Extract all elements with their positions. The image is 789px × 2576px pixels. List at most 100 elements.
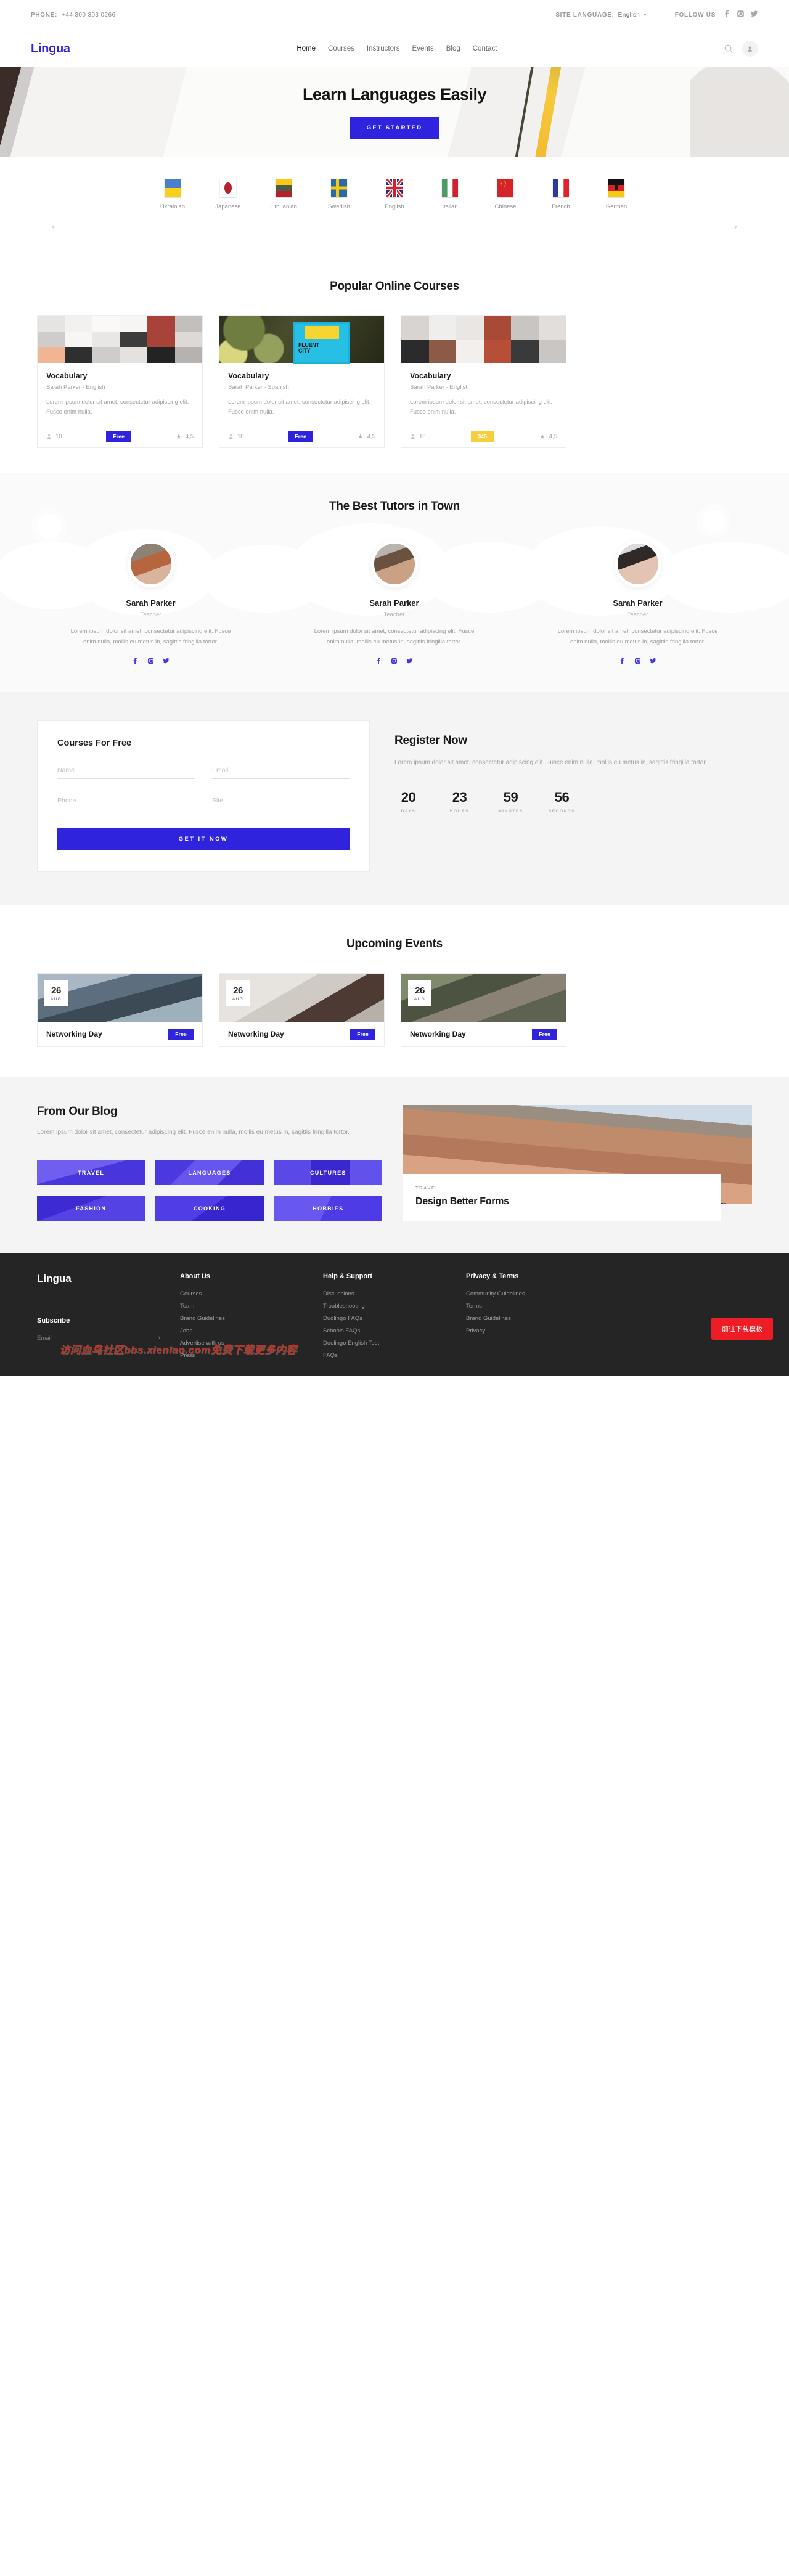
facebook-icon[interactable] bbox=[619, 656, 626, 667]
flag-japan-icon bbox=[220, 179, 236, 197]
footer-link[interactable]: Community Guidelines bbox=[466, 1290, 609, 1297]
nav-item-instructors[interactable]: Instructors bbox=[367, 45, 400, 52]
language-label: Italian bbox=[442, 203, 458, 210]
nav-item-courses[interactable]: Courses bbox=[328, 45, 354, 52]
facebook-icon[interactable] bbox=[132, 656, 139, 667]
blog-category-cultures[interactable]: CULTURES bbox=[274, 1160, 382, 1186]
event-price-badge[interactable]: Free bbox=[168, 1028, 194, 1040]
email-input[interactable] bbox=[212, 764, 350, 779]
watermark-text: 访问血鸟社区bbs.xienIao.com免费下载更多内容 bbox=[59, 1344, 297, 1356]
site-language-label: SITE LANGUAGE: bbox=[555, 11, 615, 18]
footer-link[interactable]: Terms bbox=[466, 1303, 609, 1310]
language-item-lithuanian[interactable]: Lithuanian bbox=[256, 179, 311, 210]
instagram-icon[interactable] bbox=[634, 656, 641, 667]
name-input[interactable] bbox=[57, 764, 195, 779]
email-field-wrapper bbox=[212, 764, 350, 779]
featured-post[interactable]: TRAVEL Design Better Forms bbox=[403, 1104, 752, 1221]
blog-category-languages[interactable]: LANGUAGES bbox=[155, 1160, 264, 1186]
event-date-badge: 26 AUG bbox=[226, 980, 250, 1006]
event-card[interactable]: 26 AUG Networking Day Free bbox=[37, 972, 203, 1047]
tutor-card[interactable]: Sarah Parker Teacher Lorem ipsum dolor s… bbox=[280, 540, 508, 667]
subscribe-email-input[interactable] bbox=[37, 1334, 158, 1342]
twitter-icon[interactable] bbox=[750, 10, 758, 20]
search-icon[interactable] bbox=[724, 44, 734, 54]
countdown-minutes: 59 MINUTES bbox=[497, 789, 525, 813]
tutor-card[interactable]: Sarah Parker Teacher Lorem ipsum dolor s… bbox=[37, 540, 264, 667]
footer-logo[interactable]: Lingua bbox=[37, 1273, 180, 1285]
footer-link[interactable]: Discussions bbox=[323, 1290, 466, 1297]
footer-link[interactable]: Privacy bbox=[466, 1327, 609, 1334]
language-item-swedish[interactable]: Swedish bbox=[311, 179, 367, 210]
phone-info: PHONE: +44 300 303 0266 bbox=[31, 12, 115, 18]
course-card[interactable]: Vocabulary Sarah Parker · English Lorem … bbox=[401, 315, 566, 449]
footer-link[interactable]: FAQs bbox=[323, 1352, 466, 1359]
footer-link[interactable]: Brand Guidelines bbox=[180, 1315, 323, 1322]
free-courses-form: Courses For Free GET IT NOW bbox=[37, 720, 370, 872]
footer-link[interactable]: Duolingo FAQs bbox=[323, 1315, 466, 1322]
tutor-name: Sarah Parker bbox=[613, 598, 663, 608]
course-description: Lorem ipsum dolor sit amet, consectetur … bbox=[46, 399, 189, 415]
get-started-button[interactable]: GET STARTED bbox=[350, 117, 439, 139]
tutor-card[interactable]: Sarah Parker Teacher Lorem ipsum dolor s… bbox=[524, 540, 751, 667]
footer-link[interactable]: Jobs bbox=[180, 1327, 323, 1334]
nav-item-home[interactable]: Home bbox=[296, 45, 316, 52]
language-item-ukrainian[interactable]: Ukrainian bbox=[145, 179, 200, 210]
event-month: AUG bbox=[232, 997, 244, 1001]
blog-category-hobbies[interactable]: HOBBIES bbox=[274, 1196, 382, 1221]
site-logo[interactable]: Lingua bbox=[31, 42, 70, 56]
download-template-button[interactable]: 前往下载模板 bbox=[711, 1318, 773, 1340]
instagram-icon[interactable] bbox=[391, 656, 398, 667]
site-language-selector[interactable]: SITE LANGUAGE: English ▾ bbox=[555, 12, 646, 18]
footer-link[interactable]: Duolingo English Test bbox=[323, 1340, 466, 1347]
featured-post-category: TRAVEL bbox=[415, 1185, 439, 1191]
instagram-icon[interactable] bbox=[737, 10, 745, 20]
course-price-badge[interactable]: Free bbox=[288, 431, 314, 442]
language-item-english[interactable]: English bbox=[367, 179, 422, 210]
nav-item-contact[interactable]: Contact bbox=[473, 45, 497, 52]
twitter-icon[interactable] bbox=[163, 656, 170, 667]
event-card[interactable]: 26 AUG Networking Day Free bbox=[401, 972, 566, 1047]
subscribe-title: Subscribe bbox=[37, 1317, 70, 1325]
footer-link[interactable]: Team bbox=[180, 1303, 323, 1310]
blog-category-travel[interactable]: TRAVEL bbox=[37, 1160, 145, 1186]
blog-category-cooking[interactable]: COOKING bbox=[155, 1196, 264, 1221]
countdown-label: MINUTES bbox=[498, 809, 523, 814]
countdown-value: 59 bbox=[503, 789, 518, 805]
carousel-prev-icon[interactable]: ‹ bbox=[52, 221, 55, 232]
footer-link[interactable]: Courses bbox=[180, 1290, 323, 1297]
event-price-badge[interactable]: Free bbox=[532, 1028, 557, 1040]
twitter-icon[interactable] bbox=[406, 656, 413, 667]
language-item-german[interactable]: German bbox=[589, 179, 644, 210]
footer-link[interactable]: Brand Guidelines bbox=[466, 1315, 609, 1322]
tutor-description: Lorem ipsum dolor sit amet, consectetur … bbox=[314, 628, 475, 645]
instagram-icon[interactable] bbox=[147, 656, 154, 667]
flag-lithuania-icon bbox=[276, 179, 292, 197]
facebook-icon[interactable] bbox=[723, 10, 731, 20]
site-input[interactable] bbox=[212, 794, 350, 809]
event-price-badge[interactable]: Free bbox=[350, 1028, 375, 1040]
event-card[interactable]: 26 AUG Networking Day Free bbox=[219, 972, 385, 1047]
facebook-icon[interactable] bbox=[375, 656, 382, 667]
footer-link[interactable]: Schools FAQs bbox=[323, 1327, 466, 1334]
blog-category-fashion[interactable]: FASHION bbox=[37, 1196, 145, 1221]
carousel-next-icon[interactable]: › bbox=[734, 221, 737, 232]
site-footer: Lingua Subscribe › About Us Courses Team… bbox=[0, 1253, 789, 1377]
nav-item-blog[interactable]: Blog bbox=[446, 45, 460, 52]
course-price-badge[interactable]: Free bbox=[106, 431, 132, 442]
course-description: Lorem ipsum dolor sit amet, consectetur … bbox=[410, 399, 553, 415]
language-item-chinese[interactable]: Chinese bbox=[478, 179, 533, 210]
twitter-icon[interactable] bbox=[650, 656, 656, 667]
account-avatar-button[interactable] bbox=[742, 41, 758, 57]
course-card[interactable]: Vocabulary Sarah Parker · English Lorem … bbox=[37, 315, 203, 449]
phone-input[interactable] bbox=[57, 794, 195, 809]
course-card[interactable]: FLUENT CITY Vocabulary Sarah Parker · Spa… bbox=[219, 315, 385, 449]
tutors-section: The Best Tutors in Town Sarah Parker Tea… bbox=[0, 473, 789, 692]
language-item-italian[interactable]: Italian bbox=[422, 179, 478, 210]
language-item-french[interactable]: French bbox=[533, 179, 589, 210]
language-item-japanese[interactable]: Japanese bbox=[200, 179, 256, 210]
nav-item-events[interactable]: Events bbox=[412, 45, 434, 52]
phone-value[interactable]: +44 300 303 0266 bbox=[62, 12, 115, 18]
get-it-now-button[interactable]: GET IT NOW bbox=[57, 827, 350, 850]
course-price-badge[interactable]: $45 bbox=[471, 431, 494, 442]
footer-link[interactable]: Troubleshooting bbox=[323, 1303, 466, 1310]
